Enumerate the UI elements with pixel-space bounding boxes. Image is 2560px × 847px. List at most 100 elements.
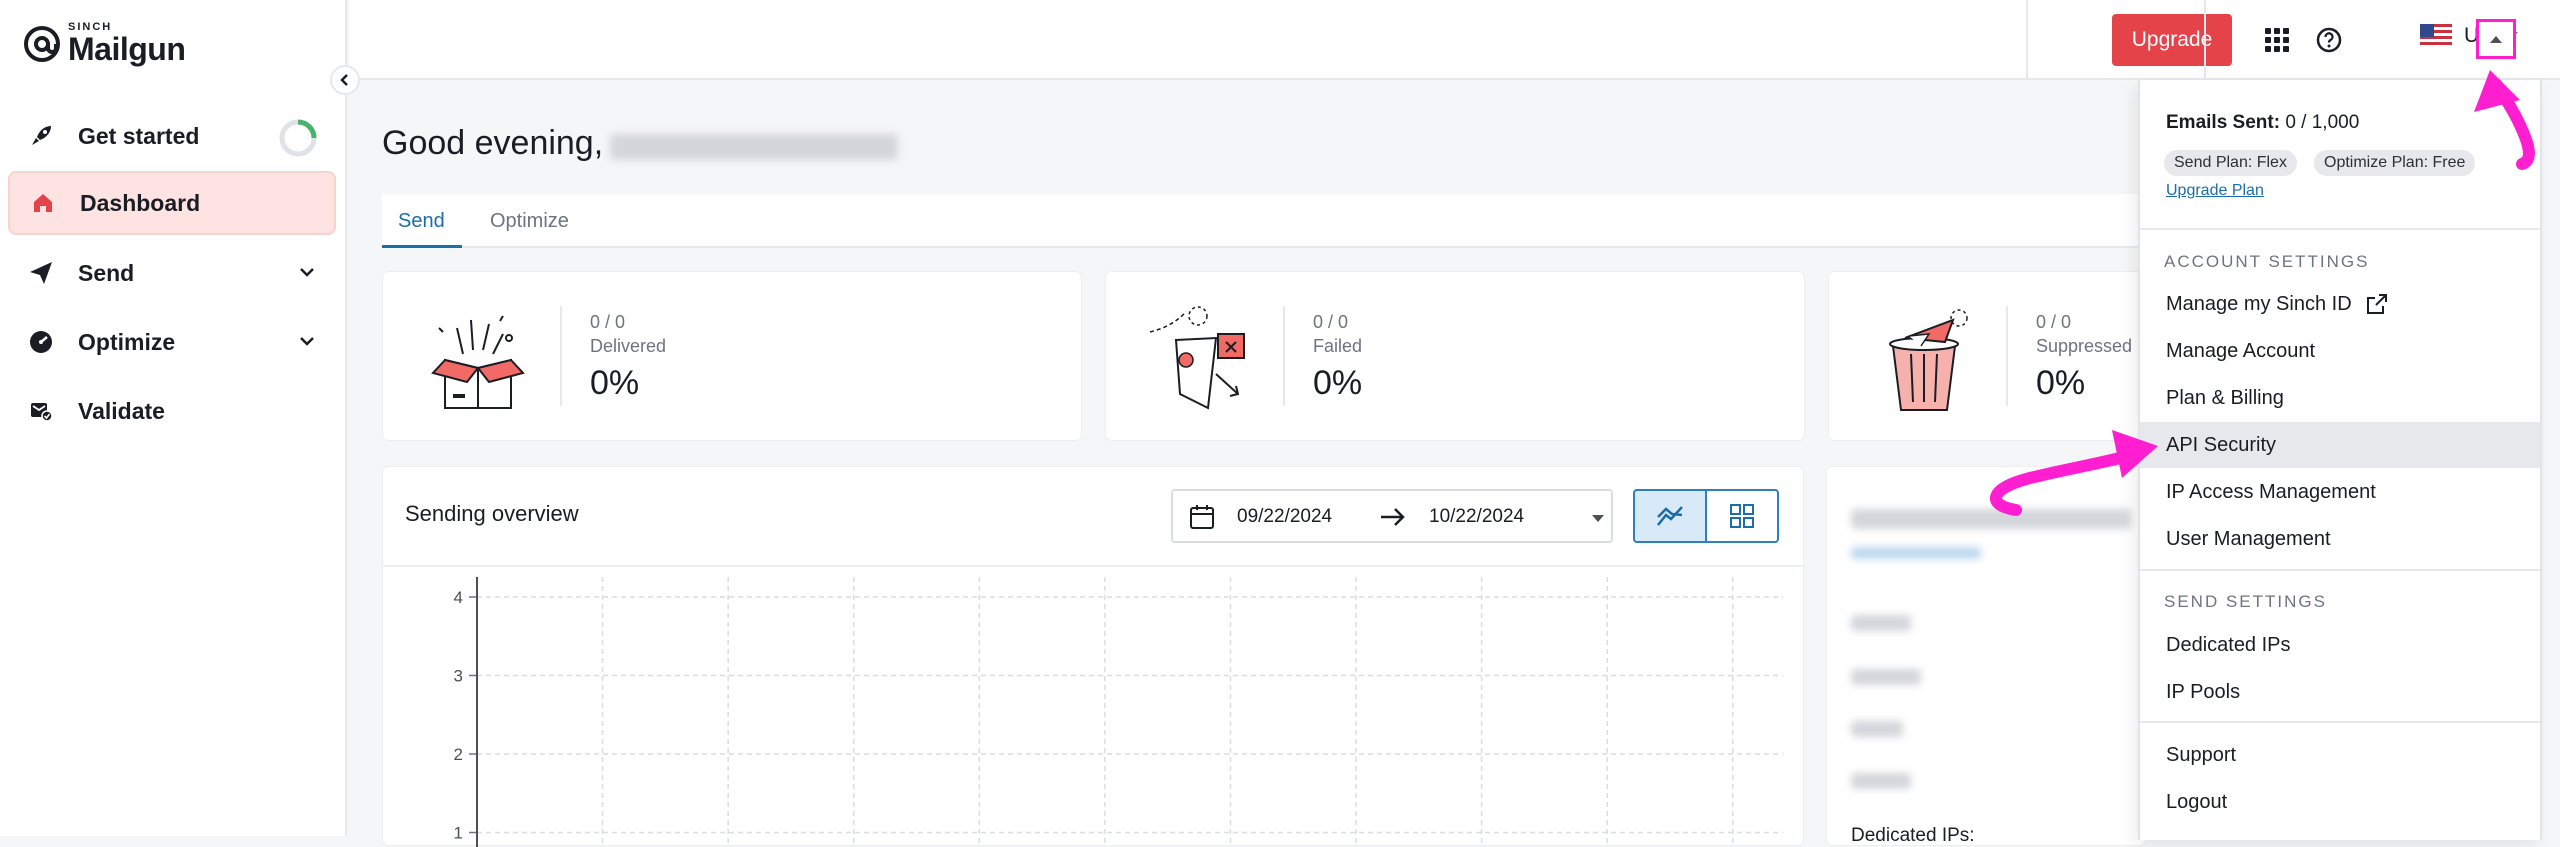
menu-item-user-management[interactable]: User Management <box>2140 516 2540 562</box>
gauge-icon <box>26 327 56 357</box>
delivered-percent: 0% <box>590 364 640 402</box>
logo-brand-name: Mailgun <box>68 31 186 67</box>
sidebar-item-dashboard[interactable]: Dashboard <box>8 171 336 235</box>
user-dropdown-menu: Emails Sent: 0 / 1,000 Send Plan: Flex O… <box>2138 80 2542 840</box>
external-link-icon <box>2366 294 2387 314</box>
caret-up-icon <box>2490 36 2502 43</box>
suppressed-ratio: 0 / 0 <box>2036 312 2072 332</box>
sidebar-item-send[interactable]: Send <box>8 241 336 305</box>
date-from: 09/22/2024 <box>1237 506 1333 527</box>
topbar-divider <box>2026 0 2028 80</box>
optimize-plan-badge: Optimize Plan: Free <box>2314 150 2476 176</box>
trash-can-illustration <box>1889 309 1968 411</box>
grid-view-icon <box>1730 504 1754 528</box>
menu-item-dedicated-ips[interactable]: Dedicated IPs <box>2140 622 2540 668</box>
caret-down-icon <box>1592 515 1604 522</box>
rocket-icon <box>26 121 56 151</box>
grid-view-button[interactable] <box>1705 489 1779 543</box>
account-settings-header: ACCOUNT SETTINGS <box>2164 252 2370 271</box>
chart-y-tick-label: 1 <box>454 824 463 843</box>
menu-item-plan-billing[interactable]: Plan & Billing <box>2140 375 2540 421</box>
sending-overview-panel: Sending overview 09/22/2024 10/22/2024 4… <box>382 466 1805 847</box>
menu-item-ip-pools[interactable]: IP Pools <box>2140 669 2540 715</box>
suppressed-percent: 0% <box>2036 364 2086 402</box>
upgrade-plan-link[interactable]: Upgrade Plan <box>2166 182 2264 200</box>
failed-percent: 0% <box>1313 364 1363 402</box>
emails-sent-summary: Emails Sent: 0 / 1,000 <box>2166 112 2359 134</box>
sidebar-item-label: Send <box>78 259 135 286</box>
chart-y-tick-label: 2 <box>454 745 463 764</box>
emails-sent-value: 0 / 1,000 <box>2285 112 2360 133</box>
menu-divider <box>2140 569 2540 571</box>
menu-item-support[interactable]: Support <box>2140 732 2540 778</box>
sending-overview-title: Sending overview <box>405 501 579 526</box>
menu-item-manage-account[interactable]: Manage Account <box>2140 328 2540 374</box>
upgrade-button[interactable]: Upgrade <box>2112 14 2232 66</box>
menu-item-ip-access-management[interactable]: IP Access Management <box>2140 469 2540 515</box>
validate-icon <box>26 396 56 426</box>
date-to: 10/22/2024 <box>1429 506 1525 527</box>
stat-card-delivered: 0 / 0 Delivered 0% <box>382 271 1082 441</box>
sidebar: SINCH Mailgun Get started Dashboard Send… <box>0 0 347 836</box>
card-separator <box>1283 306 1285 406</box>
menu-item-manage-sinch-id[interactable]: Manage my Sinch ID <box>2140 281 2540 327</box>
menu-item-logout[interactable]: Logout <box>2140 779 2540 825</box>
topbar-divider <box>2204 0 2206 80</box>
user-name-redacted <box>606 128 902 164</box>
at-sign-icon <box>24 25 60 62</box>
menu-divider <box>2140 721 2540 723</box>
failed-label: Failed <box>1313 336 1363 356</box>
suppressed-label: Suppressed <box>2036 336 2133 356</box>
menu-divider <box>2140 228 2540 230</box>
dashboard-tabs: Send Optimize <box>382 194 2422 248</box>
card-separator <box>560 306 562 406</box>
collapse-sidebar-button[interactable] <box>330 65 360 95</box>
home-icon <box>28 188 58 218</box>
panel-divider <box>383 565 1805 567</box>
date-range-picker[interactable]: 09/22/2024 10/22/2024 <box>1171 489 1613 543</box>
send-plan-badge: Send Plan: Flex <box>2164 150 2297 176</box>
chart-y-tick-label: 4 <box>454 588 463 607</box>
greeting-text: Good evening, <box>382 124 604 162</box>
failed-ratio: 0 / 0 <box>1313 312 1349 332</box>
sending-overview-chart: 4 3 2 1 <box>454 577 1783 847</box>
line-chart-icon <box>1657 506 1683 526</box>
tab-optimize[interactable]: Optimize <box>490 210 569 233</box>
stat-card-suppressed: 0 / 0 Suppressed 0% <box>1828 271 2148 441</box>
menu-item-api-security[interactable]: API Security <box>2140 422 2540 468</box>
apps-grid-icon[interactable] <box>2264 27 2290 53</box>
card-separator <box>2006 306 2008 406</box>
delivered-label: Delivered <box>590 336 667 356</box>
help-icon[interactable] <box>2315 26 2343 54</box>
paper-plane-icon <box>26 258 56 288</box>
sidebar-item-validate[interactable]: Validate <box>8 379 336 443</box>
sidebar-item-label: Get started <box>78 122 200 149</box>
sidebar-item-label: Validate <box>78 397 165 424</box>
chevron-left-icon <box>340 74 348 86</box>
arrow-right-icon <box>1381 508 1405 526</box>
sidebar-item-label: Optimize <box>78 328 176 355</box>
active-tab-indicator <box>382 245 462 248</box>
menu-item-label: Manage my Sinch ID <box>2166 292 2352 315</box>
sidebar-item-get-started[interactable]: Get started <box>8 104 336 168</box>
delivered-ratio: 0 / 0 <box>590 312 626 332</box>
account-info-card: Dedicated IPs: <box>1826 466 2146 846</box>
sidebar-item-optimize[interactable]: Optimize <box>8 310 336 374</box>
sidebar-item-label: Dashboard <box>80 189 201 216</box>
top-bar: Upgrade US SC <box>349 0 2560 80</box>
user-menu-toggle[interactable] <box>2476 19 2516 59</box>
chart-y-tick-label: 3 <box>454 667 463 686</box>
send-settings-header: SEND SETTINGS <box>2164 592 2327 611</box>
chevron-down-icon[interactable] <box>298 263 316 281</box>
progress-ring-icon <box>279 119 317 157</box>
stat-card-failed: 0 / 0 Failed 0% <box>1105 271 1805 441</box>
chevron-down-icon[interactable] <box>298 332 316 350</box>
tab-send[interactable]: Send <box>398 210 445 233</box>
line-chart-view-button[interactable] <box>1633 489 1707 543</box>
mailgun-logo[interactable]: SINCH Mailgun <box>22 22 186 67</box>
open-box-illustration <box>431 315 525 409</box>
emails-sent-label: Emails Sent: <box>2166 112 2281 133</box>
us-flag-icon <box>2420 24 2452 48</box>
failed-mail-illustration <box>1149 306 1245 410</box>
calendar-icon <box>1190 505 1214 529</box>
